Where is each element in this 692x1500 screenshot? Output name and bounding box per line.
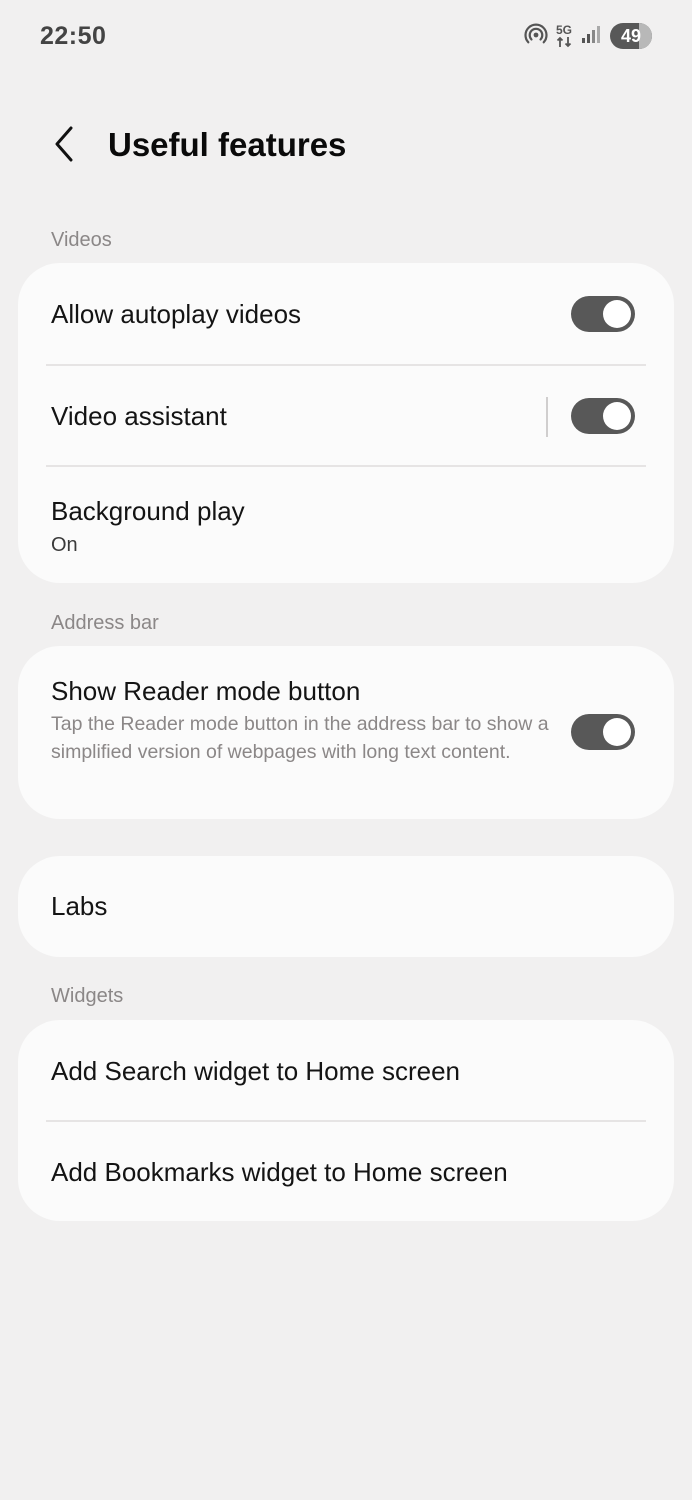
- back-button[interactable]: [44, 122, 84, 170]
- setting-title: Allow autoplay videos: [51, 299, 302, 329]
- 5g-icon: 5G: [556, 24, 572, 48]
- signal-icon: [580, 23, 602, 50]
- setting-video-assistant[interactable]: Video assistant: [18, 365, 674, 466]
- battery-icon: 49: [610, 23, 652, 49]
- setting-add-search-widget[interactable]: Add Search widget to Home screen: [18, 1020, 674, 1121]
- setting-title: Add Search widget to Home screen: [51, 1056, 460, 1086]
- setting-title: Background play: [51, 496, 245, 526]
- autoplay-toggle[interactable]: [571, 296, 635, 332]
- reader-mode-toggle[interactable]: [571, 714, 635, 750]
- page-title: Useful features: [108, 126, 347, 163]
- setting-description: Tap the Reader mode button in the addres…: [51, 713, 549, 763]
- status-time: 22:50: [40, 22, 107, 50]
- setting-title: Show Reader mode button: [51, 676, 361, 706]
- chevron-left-icon: [52, 124, 76, 169]
- widgets-card: Add Search widget to Home screen Add Boo…: [18, 1020, 674, 1221]
- section-label-address-bar: Address bar: [51, 612, 159, 634]
- vertical-divider: [546, 397, 548, 437]
- section-label-videos: Videos: [51, 229, 112, 251]
- setting-value: On: [51, 534, 78, 556]
- setting-title: Labs: [51, 891, 108, 921]
- setting-labs[interactable]: Labs: [18, 856, 674, 957]
- address-bar-card: Show Reader mode button Tap the Reader m…: [18, 646, 674, 819]
- setting-title: Add Bookmarks widget to Home screen: [51, 1157, 508, 1187]
- labs-card: Labs: [18, 856, 674, 957]
- section-label-widgets: Widgets: [51, 985, 124, 1007]
- status-bar: 22:50 5G 49: [0, 0, 692, 72]
- hotspot-icon: [524, 22, 548, 51]
- setting-title: Video assistant: [51, 401, 227, 431]
- header: Useful features: [0, 118, 692, 174]
- status-icons: 5G 49: [524, 20, 652, 52]
- videos-card: Allow autoplay videos Video assistant Ba…: [18, 263, 674, 583]
- setting-add-bookmarks-widget[interactable]: Add Bookmarks widget to Home screen: [18, 1121, 674, 1221]
- setting-allow-autoplay-videos[interactable]: Allow autoplay videos: [18, 263, 674, 365]
- setting-show-reader-mode-button[interactable]: Show Reader mode button Tap the Reader m…: [18, 646, 674, 819]
- video-assistant-toggle[interactable]: [571, 398, 635, 434]
- setting-background-play[interactable]: Background play On: [18, 466, 674, 583]
